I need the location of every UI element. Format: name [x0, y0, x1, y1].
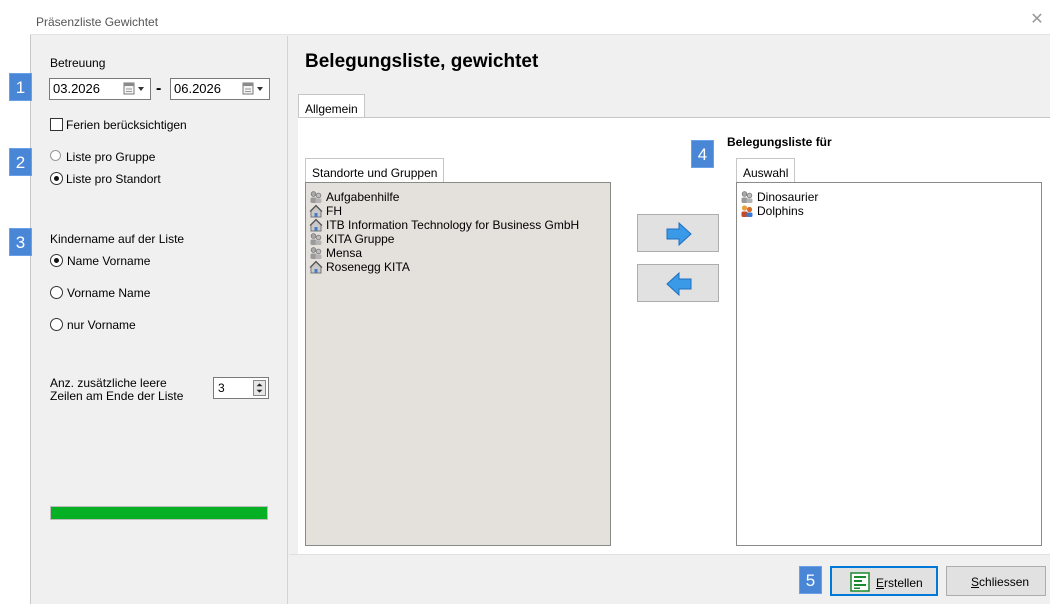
source-list-item[interactable]: Rosenegg KITA — [306, 260, 610, 274]
progress-fill — [51, 507, 267, 519]
source-list-item-label: Mensa — [326, 246, 363, 260]
date-from-field[interactable]: 03.2026 — [49, 78, 151, 100]
arrow-right-icon — [666, 221, 692, 247]
step-badge-3: 3 — [9, 228, 32, 256]
liste-pro-standort-label: Liste pro Standort — [66, 172, 161, 186]
source-list-item-label: ITB Information Technology for Business … — [326, 218, 580, 232]
source-list-item-label: KITA Gruppe — [326, 232, 395, 246]
page-title: Belegungsliste, gewichtet — [305, 51, 539, 72]
ferien-checkbox[interactable] — [50, 118, 63, 131]
erstellen-label: Erstellen — [876, 576, 923, 590]
tab-standorte-gruppen[interactable]: Standorte und Gruppen — [305, 158, 445, 182]
source-list[interactable]: Aufgabenhilfe FH ITB Information Technolog… — [305, 182, 611, 546]
source-list-item[interactable]: Mensa — [306, 246, 610, 260]
nur-vorname-radio[interactable] — [50, 318, 63, 331]
tab-standorte-gruppen-label: Standorte und Gruppen — [312, 166, 438, 180]
source-list-item-label: FH — [326, 204, 342, 218]
spin-updown-icon[interactable] — [253, 380, 266, 396]
ferien-label: Ferien berücksichtigen — [66, 118, 187, 132]
step-badge-2: 2 — [9, 148, 32, 176]
source-list-item[interactable]: ITB Information Technology for Business … — [306, 218, 610, 232]
extra-rows-label-line2: Zeilen am Ende der Liste — [50, 389, 184, 403]
source-list-item[interactable]: Aufgabenhilfe — [306, 190, 610, 204]
step-badge-4: 4 — [691, 140, 714, 168]
liste-pro-gruppe-label: Liste pro Gruppe — [66, 150, 156, 164]
extra-rows-stepper[interactable]: 3 — [213, 377, 269, 399]
source-list-item[interactable]: KITA Gruppe — [306, 232, 610, 246]
date-to-value: 06.2026 — [174, 81, 221, 96]
tab-allgemein-label: Allgemein — [305, 102, 358, 116]
tab-auswahl-label: Auswahl — [743, 166, 789, 180]
vorname-name-radio[interactable] — [50, 286, 63, 299]
close-icon[interactable]: ✕ — [1028, 11, 1046, 29]
move-left-button[interactable] — [637, 264, 719, 302]
date-from-value: 03.2026 — [53, 81, 100, 96]
schliessen-label: Schliessen — [971, 575, 1030, 589]
target-list-item[interactable]: Dolphins — [737, 204, 1041, 218]
target-list-item-label: Dinosaurier — [757, 190, 819, 204]
source-list-item-label: Rosenegg KITA — [326, 260, 410, 274]
arrow-left-icon — [666, 271, 692, 297]
date-to-field[interactable]: 06.2026 — [170, 78, 270, 100]
document-report-icon — [850, 572, 870, 592]
title-bar: Präsenzliste Gewichtet ✕ — [30, 5, 1050, 35]
kindername-label: Kindername auf der Liste — [50, 232, 185, 246]
progress-bar — [50, 506, 268, 520]
schliessen-button[interactable]: Schliessen — [946, 566, 1046, 596]
name-vorname-label: Name Vorname — [67, 254, 151, 268]
liste-pro-standort-radio[interactable] — [50, 172, 63, 185]
source-list-item-label: Aufgabenhilfe — [326, 190, 400, 204]
extra-rows-value: 3 — [218, 381, 225, 395]
name-vorname-radio[interactable] — [50, 254, 63, 267]
erstellen-button[interactable]: Erstellen — [830, 566, 938, 596]
date-range-separator: - — [156, 80, 162, 97]
nur-vorname-label: nur Vorname — [67, 318, 136, 332]
target-heading: Belegungsliste für — [727, 135, 832, 149]
calendar-icon[interactable] — [242, 82, 266, 96]
calendar-icon[interactable] — [123, 82, 147, 96]
target-list-item[interactable]: Dinosaurier — [737, 190, 1041, 204]
target-list-item-label: Dolphins — [757, 204, 804, 218]
tab-allgemein[interactable]: Allgemein — [298, 94, 365, 118]
liste-pro-gruppe-radio[interactable] — [50, 150, 61, 161]
step-badge-5: 5 — [799, 566, 822, 594]
window-title: Präsenzliste Gewichtet — [36, 15, 159, 29]
extra-rows-label-line1: Anz. zusätzliche leere — [50, 376, 167, 390]
target-list[interactable]: Dinosaurier Dolphins — [736, 182, 1042, 546]
source-list-item[interactable]: FH — [306, 204, 610, 218]
step-badge-1: 1 — [9, 73, 32, 101]
tab-auswahl[interactable]: Auswahl — [736, 158, 796, 182]
move-right-button[interactable] — [637, 214, 719, 252]
vorname-name-label: Vorname Name — [67, 286, 151, 300]
betreuung-label: Betreuung — [50, 56, 106, 70]
